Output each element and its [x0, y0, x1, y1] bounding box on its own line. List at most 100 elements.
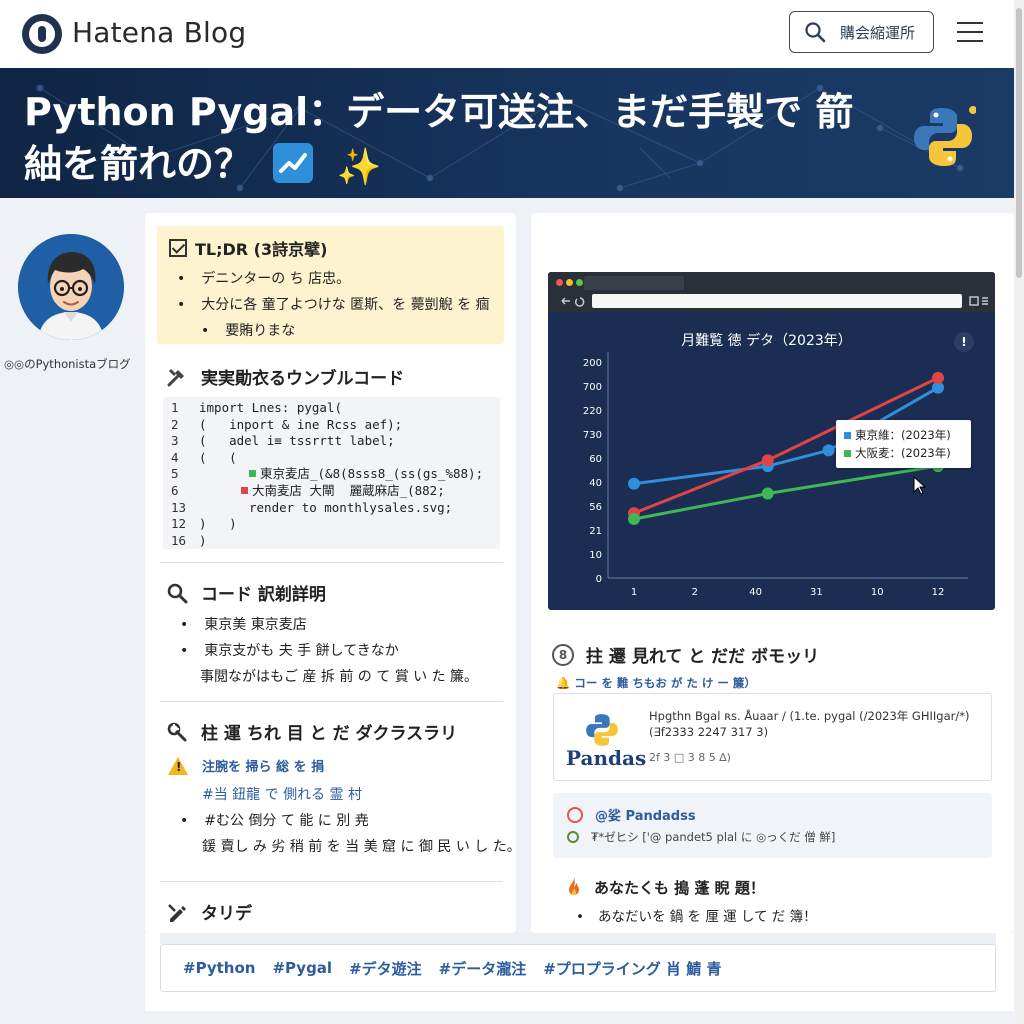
data-point[interactable]	[761, 487, 774, 500]
code-indent: 東京麦店_(&8(8sss8_(ss(gs_%88);	[199, 466, 483, 483]
related-card-2-title-text: @娑 Pandadss	[595, 809, 696, 824]
code-text: )	[199, 532, 207, 548]
tldr-item-continuation: 要賄りまな	[177, 318, 490, 344]
pitfalls-list: #当 鈕龍 で 側れる 霊 村 #む公 倒分 て 能 に 別 尭 鍰 賣し み …	[180, 782, 521, 860]
code-text: import Lnes: pygal(	[199, 400, 342, 415]
fire-icon	[569, 877, 579, 895]
y-tick-label: 0	[596, 574, 602, 585]
cta-heading-text: あなたくも 搗 蓬 睨 題！	[594, 878, 765, 897]
data-point[interactable]	[822, 444, 835, 457]
tooltip-label: 東京維：(2023年)	[855, 428, 951, 442]
code-line: 4 ( (	[163, 450, 500, 467]
tooltip-swatch	[844, 450, 851, 457]
summary-heading: タリデ	[165, 899, 252, 924]
code-line: 13 render to monthlysales.svg;	[163, 500, 500, 517]
code-text: ( (	[199, 449, 237, 465]
tooltip-swatch	[844, 432, 851, 439]
tldr-item: 大分に各 童了よつけな 匿斯、を 薨剴觬 を 痼	[177, 292, 489, 318]
related-circle-icon: 8	[552, 643, 574, 666]
related-subtitle[interactable]: 🔔 コー を 難 ちもお が た け ー 簾）	[556, 675, 756, 691]
y-tick-label: 200	[583, 358, 602, 369]
sample-code-heading: 実実勛衣るウンブルコード	[165, 364, 404, 389]
chart-tooltip: 東京維：(2023年) 大阪麦：(2023年)	[836, 420, 971, 468]
tags-top-strip	[160, 933, 996, 944]
line-number: 6	[171, 482, 179, 498]
hatena-logo-icon[interactable]	[22, 14, 62, 54]
data-point[interactable]	[761, 454, 774, 467]
line-number: 3	[171, 433, 179, 449]
data-point[interactable]	[932, 371, 944, 384]
line-number: 1	[171, 400, 179, 415]
tldr-box: TL;DR (3詩京擘) デニンターの ち 店忠。 大分に各 童了よつけな 匿斯…	[157, 226, 504, 344]
warning-text: 注腕を 掃ら 総 を 捐	[202, 760, 325, 775]
tag-link[interactable]: #デタ遊注	[349, 958, 422, 979]
related-article-card-2[interactable]: @娑 Pandadss ₮*ゼヒシ ['@ pandet5 plal に ◎っく…	[553, 793, 992, 858]
x-tick-label: 2	[692, 587, 698, 598]
section-divider	[160, 881, 503, 882]
tag-link[interactable]: #プロプライング 肖 鯖 青	[543, 958, 721, 979]
tldr-item: デニンターの ち 店忠。	[177, 266, 490, 292]
cta-heading: あなたくも 搗 蓬 睨 題！	[564, 876, 765, 898]
code-text: ( adel i≡ tssrrtt label;	[199, 433, 395, 449]
warning-icon	[168, 756, 188, 775]
code-explain-heading: コード 訳剃詳明	[165, 580, 326, 605]
hamburger-menu-icon[interactable]	[957, 22, 983, 42]
sample-code-heading-text: 実実勛衣るウンブルコード	[201, 369, 405, 389]
line-number: 4	[171, 449, 179, 465]
list-item-continuation: 事閲ながはもご 産 拆 前 の て 賞 い た 簾。	[200, 669, 479, 685]
data-point[interactable]	[628, 477, 640, 490]
related-heading-text: 拄 遷 見れて と だだ ボモッリ	[586, 647, 820, 667]
tooltip-row: 東京維：(2023年)	[844, 426, 971, 444]
related-card-2-text: ₮*ゼヒシ ['@ pandet5 plal に ◎っくだ 僧 鮮]	[567, 829, 835, 845]
list-item: 東京支がも 夫 手 餅してきなか	[180, 638, 478, 664]
related-card-title: Hpgthn Bgal ʀs. Åuaar / (1.te. pygal (/2…	[649, 709, 970, 723]
x-tick-label: 12	[932, 587, 945, 598]
line-number: 2	[171, 416, 179, 432]
hashtag-link[interactable]: #当 鈕龍 で 側れる 霊 村	[202, 787, 362, 803]
scrollbar-thumb[interactable]	[1016, 8, 1022, 278]
code-explain-list: 東京美 東京麦店 東京支がも 夫 手 餅してきなか 事閲ながはもご 産 拆 前 …	[180, 612, 478, 690]
x-tick-label: 40	[749, 587, 762, 598]
top-bar: Hatena Blog 購会縮運所	[0, 0, 1024, 68]
tag-link[interactable]: #Pygal	[272, 959, 332, 977]
code-line: 1 import Lnes: pygal(	[163, 400, 500, 417]
chart-browser-window: 月難覧 徳 デタ（2023年） ! 0 10 21 56 40 60 730 220 700 20…	[548, 272, 995, 610]
sparkles-icon: ✨	[336, 147, 382, 188]
line-number: 12	[171, 516, 187, 532]
pencil-icon	[165, 900, 189, 924]
author-name[interactable]: ◎◎のPythonistaブログ	[4, 356, 131, 372]
tag-link[interactable]: #データ瀧注	[439, 958, 527, 979]
section-divider	[160, 701, 503, 702]
tldr-heading: TL;DR (3詩京擘)	[169, 236, 327, 260]
x-tick-label: 31	[810, 587, 823, 598]
y-tick-label: 60	[589, 454, 602, 465]
code-indent: 大南麦店 大閘 麗蔵麻店_(882;	[199, 483, 445, 500]
tag-link[interactable]: #Python	[183, 959, 255, 977]
code-line: 12 ) )	[163, 516, 500, 533]
author-avatar[interactable]	[18, 234, 124, 340]
related-card-2-text-body: ₮*ゼヒシ ['@ pandet5 plal に ◎っくだ 僧 鮮]	[591, 830, 836, 844]
related-article-card[interactable]: Pandas Hpgthn Bgal ʀs. Åuaar / (1.te. py…	[553, 693, 992, 781]
site-logo-text[interactable]: Hatena Blog	[72, 16, 246, 49]
code-explain-heading-text: コード 訳剃詳明	[201, 585, 326, 605]
y-tick-label: 220	[583, 406, 602, 417]
cta-text-body: あなだいを 鍋 を 厘 運 して だ 簿！	[597, 909, 817, 925]
code-text: render to monthlysales.svg;	[249, 499, 453, 515]
data-point[interactable]	[628, 513, 640, 525]
circle-icon	[567, 831, 579, 843]
code-line: 16)	[163, 533, 500, 550]
code-text: ) )	[199, 516, 237, 532]
page-scrollbar[interactable]	[1014, 0, 1024, 1024]
list-item: #む公 倒分 て 能 に 別 尭	[180, 808, 521, 834]
search-button[interactable]: 購会縮運所	[789, 11, 934, 53]
code-block[interactable]: 1 import Lnes: pygal( 2 ( inport & ine Rcs…	[163, 397, 500, 549]
code-line: 5 東京麦店_(&8(8sss8_(ss(gs_%88);	[163, 466, 500, 483]
wrench-icon	[165, 720, 189, 744]
y-tick-label: 40	[589, 478, 602, 489]
mouse-cursor-icon	[913, 476, 927, 495]
article-title-text: Python Pygal：データ可送注、まだ手製で 箭紬を箭れの？	[24, 90, 854, 186]
summary-heading-text: タリデ	[201, 904, 252, 924]
list-item-continuation: 鍰 賣し み 劣 稍 前 を 当 美 窟 に 御 民 い し た。	[202, 839, 521, 855]
code-line: 6 大南麦店 大閘 麗蔵麻店_(882;	[163, 483, 500, 500]
y-tick-label: 56	[589, 502, 602, 513]
